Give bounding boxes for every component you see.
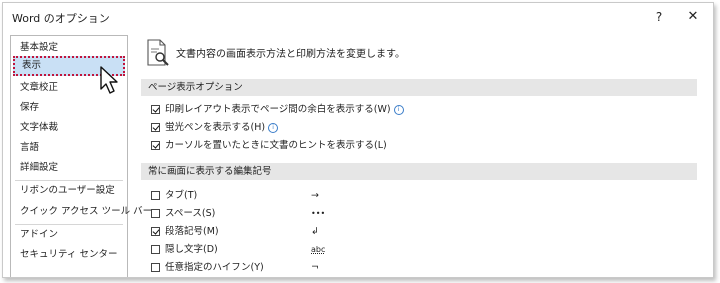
option-hidden-text[interactable]: 隠し文字(D) abc xyxy=(151,241,371,258)
sidebar-item-advanced[interactable]: 詳細設定 xyxy=(13,158,125,178)
option-tab-characters[interactable]: タブ(T) → xyxy=(151,187,371,204)
sidebar-item-general[interactable]: 基本設定 xyxy=(13,38,125,58)
paragraph-mark-icon: ↲ xyxy=(311,226,319,237)
sidebar-item-language[interactable]: 言語 xyxy=(13,138,125,158)
checkbox[interactable] xyxy=(151,245,160,254)
checkbox[interactable] xyxy=(151,141,160,150)
close-button[interactable]: ✕ xyxy=(681,6,705,28)
info-icon[interactable]: i xyxy=(268,123,279,133)
document-magnifier-icon xyxy=(147,39,169,66)
option-label: 段落記号(M) xyxy=(165,226,219,237)
option-optional-hyphens[interactable]: 任意指定のハイフン(Y) ¬ xyxy=(151,259,371,276)
sidebar-item-customize-ribbon[interactable]: リボンのユーザー設定 xyxy=(13,181,125,201)
option-label: 隠し文字(D) xyxy=(165,244,218,255)
help-button[interactable]: ? xyxy=(647,6,671,28)
options-content: 文書内容の画面表示方法と印刷方法を変更します。 ページ表示オプション 印刷レイア… xyxy=(133,35,711,277)
sidebar-item-trust-center[interactable]: セキュリティ センター xyxy=(13,245,125,265)
option-label: タブ(T) xyxy=(165,190,198,201)
checkbox[interactable] xyxy=(151,209,160,218)
section-page-display-options: ページ表示オプション xyxy=(141,79,697,96)
option-spaces[interactable]: スペース(S) ••• xyxy=(151,205,371,222)
checkbox[interactable] xyxy=(151,105,160,114)
checkbox[interactable] xyxy=(151,123,160,132)
checkbox[interactable] xyxy=(151,263,160,272)
title-bar: Word のオプション ? ✕ xyxy=(3,3,713,31)
sidebar-item-typography[interactable]: 文字体裁 xyxy=(13,118,125,138)
sidebar-item-addins[interactable]: アドイン xyxy=(13,225,125,245)
optional-hyphen-mark-icon: ¬ xyxy=(311,262,319,273)
option-label: スペース(S) xyxy=(165,208,216,219)
option-label: カーソルを置いたときに文書のヒントを表示する(L) xyxy=(165,140,387,151)
option-label: 蛍光ペンを表示する(H) xyxy=(165,122,266,133)
space-mark-icon: ••• xyxy=(311,209,326,218)
checkbox[interactable] xyxy=(151,191,160,200)
window-title: Word のオプション xyxy=(12,12,110,25)
section-formatting-marks: 常に画面に表示する編集記号 xyxy=(141,163,697,180)
option-label: 任意指定のハイフン(Y) xyxy=(165,262,264,273)
mouse-pointer-icon xyxy=(100,66,118,94)
page-description: 文書内容の画面表示方法と印刷方法を変更します。 xyxy=(176,49,405,60)
option-label: 印刷レイアウト表示でページ間の余白を表示する(W) xyxy=(165,104,391,115)
sidebar-item-quick-access-toolbar[interactable]: クイック アクセス ツール バー xyxy=(13,202,152,222)
option-paragraph-marks[interactable]: 段落記号(M) ↲ xyxy=(151,223,371,240)
checkbox[interactable] xyxy=(151,227,160,236)
sidebar-item-save[interactable]: 保存 xyxy=(13,98,125,118)
info-icon[interactable]: i xyxy=(393,105,404,115)
hidden-text-mark-icon: abc xyxy=(311,245,326,254)
tab-mark-icon: → xyxy=(311,190,319,201)
options-dialog: Word のオプション ? ✕ 基本設定 表示 文章校正 保存 文字体裁 言語 … xyxy=(2,2,714,278)
